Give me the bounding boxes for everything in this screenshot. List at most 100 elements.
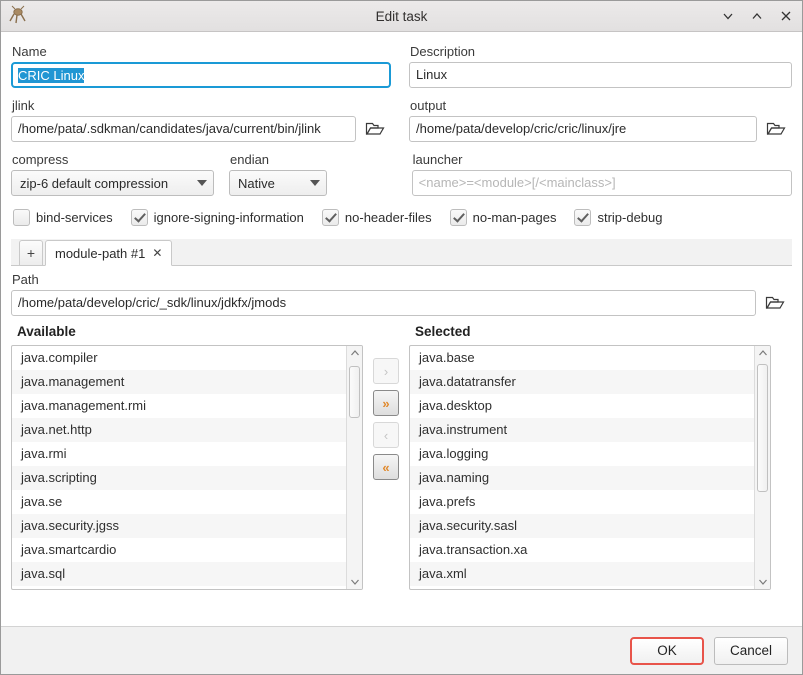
selected-column: Selected java.base java.datatransfer jav… [409,324,771,590]
launcher-input[interactable]: <name>=<module>[/<mainclass>] [412,170,792,196]
selected-list-items: java.base java.datatransfer java.desktop… [410,346,754,589]
checkbox-ignore-signing-information[interactable]: ignore-signing-information [131,209,304,226]
checkbox-box [450,209,467,226]
checkbox-label: bind-services [36,210,113,225]
cancel-button[interactable]: Cancel [714,637,788,665]
list-item[interactable]: java.compiler [12,346,346,370]
description-input[interactable]: Linux [409,62,792,88]
jlink-input[interactable]: /home/pata/.sdkman/candidates/java/curre… [11,116,356,142]
selected-header: Selected [415,324,771,339]
description-label: Description [410,44,792,59]
checkbox-no-man-pages[interactable]: no-man-pages [450,209,557,226]
name-group: Name CRIC Linux [11,40,391,88]
launcher-placeholder: <name>=<module>[/<mainclass>] [419,175,616,190]
available-listbox[interactable]: java.compiler java.management java.manag… [11,345,363,590]
dialog-content: Name CRIC Linux Description Linux jlink … [1,32,802,626]
scroll-up-icon[interactable] [758,346,768,360]
jlink-output-row: jlink /home/pata/.sdkman/candidates/java… [11,94,792,142]
output-input[interactable]: /home/pata/develop/cric/cric/linux/jre [409,116,757,142]
list-item[interactable]: java.security.sasl [410,514,754,538]
path-group: Path /home/pata/develop/cric/_sdk/linux/… [11,272,792,316]
scrollbar-track[interactable] [347,360,362,575]
compress-label: compress [12,152,214,167]
list-item[interactable]: java.rmi [12,442,346,466]
add-module-path-tab-button[interactable]: + [19,240,43,265]
compress-group: compress zip-6 default compression [11,148,214,196]
list-item[interactable]: java.management.rmi [12,394,346,418]
module-transfer-panel: Available java.compiler java.management … [11,324,792,590]
chevron-up-icon[interactable] [749,8,765,24]
checkbox-box [131,209,148,226]
path-browse-folder-open-icon[interactable] [762,290,788,316]
move-all-right-button[interactable]: » [373,390,399,416]
chevron-down-icon [197,180,207,186]
launcher-group: launcher <name>=<module>[/<mainclass>] [412,148,792,196]
list-item[interactable]: java.management [12,370,346,394]
options-checkbox-row: bind-services ignore-signing-information… [11,209,792,226]
move-right-button[interactable]: › [373,358,399,384]
edit-task-dialog: Edit task Name CRIC Linux Description Li… [0,0,803,675]
checkbox-no-header-files[interactable]: no-header-files [322,209,432,226]
available-column: Available java.compiler java.management … [11,324,363,590]
list-item[interactable]: java.xml [410,562,754,586]
compress-select[interactable]: zip-6 default compression [11,170,214,196]
title-bar: Edit task [1,1,802,32]
ok-button[interactable]: OK [630,637,704,665]
close-icon[interactable]: ✕ [152,246,162,260]
checkbox-bind-services[interactable]: bind-services [13,209,113,226]
list-item[interactable]: java.scripting [12,466,346,490]
path-input[interactable]: /home/pata/develop/cric/_sdk/linux/jdkfx… [11,290,756,316]
output-group: output /home/pata/develop/cric/cric/linu… [409,94,792,142]
list-item[interactable]: java.transaction.xa [410,538,754,562]
checkbox-box [13,209,30,226]
tab-module-path-1[interactable]: module-path #1 ✕ [45,240,172,266]
close-icon[interactable] [778,8,794,24]
endian-group: endian Native [229,148,347,196]
checkbox-label: no-header-files [345,210,432,225]
name-input-value: CRIC Linux [18,68,84,83]
list-item[interactable]: java.smartcardio [12,538,346,562]
chevron-down-icon[interactable] [720,8,736,24]
available-scrollbar[interactable] [346,346,362,589]
list-item[interactable]: java.net.http [12,418,346,442]
name-description-row: Name CRIC Linux Description Linux [11,40,792,88]
selected-scrollbar[interactable] [754,346,770,589]
list-item[interactable]: java.base [410,346,754,370]
path-label: Path [12,272,792,287]
output-label: output [410,98,792,113]
endian-select[interactable]: Native [229,170,327,196]
tab-label: module-path #1 [55,246,145,261]
checkbox-box [574,209,591,226]
transfer-button-column: › » ‹ « [363,324,409,590]
list-item[interactable]: java.se [12,490,346,514]
checkbox-box [322,209,339,226]
jlink-browse-folder-open-icon[interactable] [362,116,388,142]
list-item[interactable]: java.prefs [410,490,754,514]
checkbox-strip-debug[interactable]: strip-debug [574,209,662,226]
selected-listbox[interactable]: java.base java.datatransfer java.desktop… [409,345,771,590]
list-item[interactable]: java.naming [410,466,754,490]
list-item[interactable]: java.desktop [410,394,754,418]
jlink-label: jlink [12,98,391,113]
compress-endian-launcher-row: compress zip-6 default compression endia… [11,148,792,196]
scrollbar-track[interactable] [755,360,770,575]
checkbox-label: ignore-signing-information [154,210,304,225]
list-item[interactable]: java.instrument [410,418,754,442]
scrollbar-thumb[interactable] [757,364,768,492]
jlink-group: jlink /home/pata/.sdkman/candidates/java… [11,94,391,142]
list-item[interactable]: java.datatransfer [410,370,754,394]
scrollbar-thumb[interactable] [349,366,360,418]
scroll-down-icon[interactable] [758,575,768,589]
launcher-label: launcher [413,152,792,167]
list-item[interactable]: java.security.jgss [12,514,346,538]
list-item[interactable]: java.logging [410,442,754,466]
scroll-down-icon[interactable] [350,575,360,589]
scroll-up-icon[interactable] [350,346,360,360]
output-browse-folder-open-icon[interactable] [763,116,789,142]
compress-select-value: zip-6 default compression [20,176,189,191]
name-input[interactable]: CRIC Linux [11,62,391,88]
dialog-footer: OK Cancel [1,626,802,674]
move-all-left-button[interactable]: « [373,454,399,480]
move-left-button[interactable]: ‹ [373,422,399,448]
list-item[interactable]: java.sql [12,562,346,586]
